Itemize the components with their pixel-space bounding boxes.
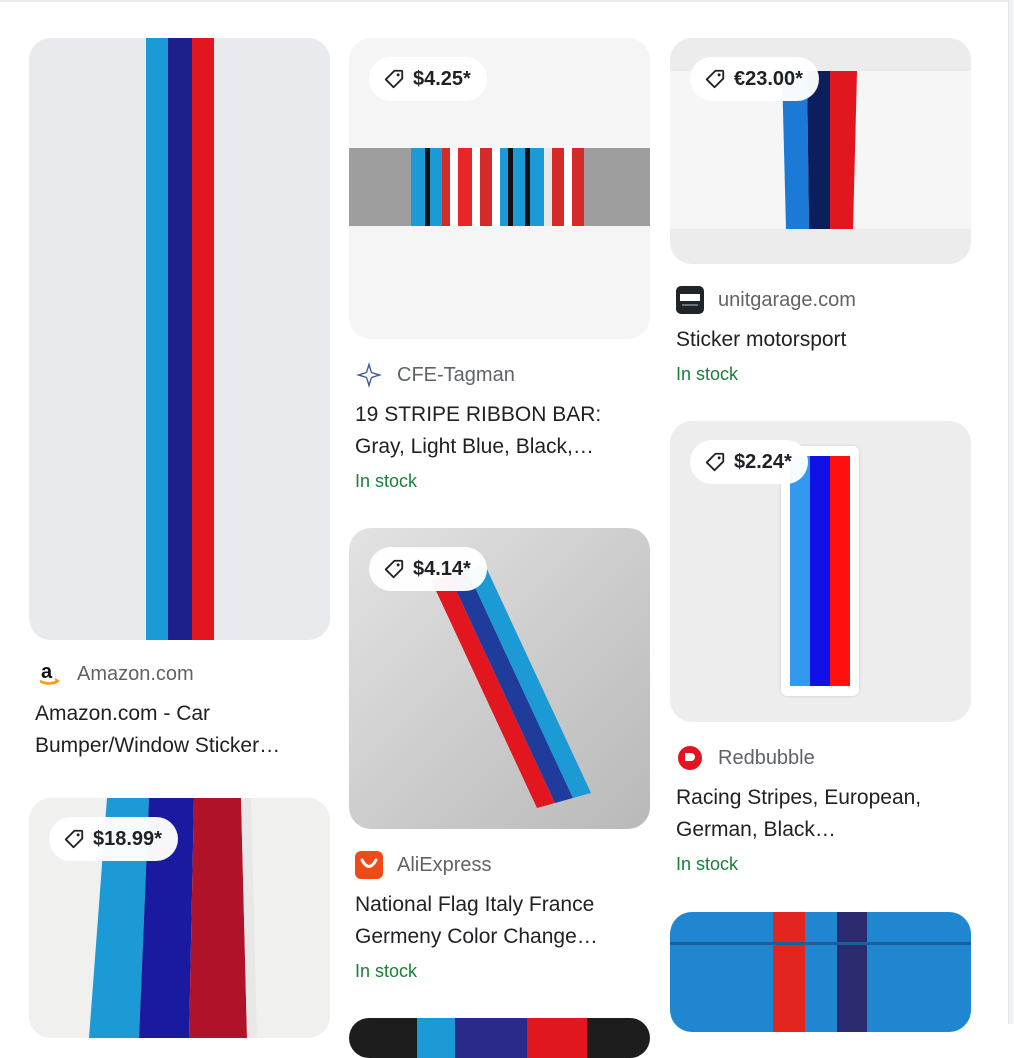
product-card-redbubble[interactable]: $2.24* Redbubble Racing Stripes, Europea… (670, 421, 971, 876)
product-image[interactable]: $2.24* (670, 421, 971, 722)
product-card-partial-right[interactable] (670, 912, 971, 1032)
price-badge: $2.24* (690, 440, 808, 484)
product-image[interactable] (349, 1018, 650, 1058)
stock-status: In stock (355, 471, 418, 491)
source-name: Amazon.com (77, 662, 194, 685)
product-image[interactable] (670, 912, 971, 1032)
price-tag-icon (384, 559, 404, 579)
product-title[interactable]: Racing Stripes, European, German, Black… (670, 782, 971, 846)
product-card-1899[interactable]: $18.99* (29, 798, 330, 1038)
stock-status: In stock (676, 854, 739, 874)
price-tag-icon (705, 452, 725, 472)
product-image[interactable]: $4.14* (349, 528, 650, 829)
source-name: CFE-Tagman (397, 363, 515, 386)
source-row[interactable]: a Amazon.com (29, 660, 330, 688)
price-badge: €23.00* (690, 57, 819, 101)
price-text: $2.24* (734, 450, 792, 473)
redbubble-logo-icon (676, 744, 704, 772)
source-row[interactable]: unitgarage.com (670, 286, 971, 314)
product-image[interactable]: €23.00* (670, 38, 971, 264)
product-card-cfe-tagman[interactable]: $4.25* CFE-Tagman 19 STRIPE RIBBON BAR: … (349, 38, 650, 493)
unit-logo-icon (676, 286, 704, 314)
stock-status: In stock (355, 961, 418, 981)
source-row[interactable]: CFE-Tagman (349, 361, 650, 389)
price-text: $18.99* (93, 827, 162, 850)
svg-text:a: a (41, 661, 53, 683)
product-card-amazon[interactable]: a Amazon.com Amazon.com - Car Bumper/Win… (29, 38, 330, 762)
product-title[interactable]: Sticker motorsport (670, 324, 971, 356)
amazon-logo-icon: a (35, 660, 63, 688)
price-tag-icon (705, 69, 725, 89)
product-card-aliexpress[interactable]: $4.14* AliExpress National Flag Italy Fr… (349, 528, 650, 983)
product-card-unitgarage[interactable]: €23.00* unitgarage.com Sticker motorspor… (670, 38, 971, 386)
product-image[interactable]: $4.25* (349, 38, 650, 339)
source-row[interactable]: AliExpress (349, 851, 650, 879)
price-text: $4.14* (413, 557, 471, 580)
price-tag-icon (64, 829, 84, 849)
price-text: $4.25* (413, 67, 471, 90)
price-badge: $18.99* (49, 817, 178, 861)
star-logo-icon (355, 361, 383, 389)
price-badge: $4.14* (369, 547, 487, 591)
source-name: unitgarage.com (718, 288, 856, 311)
source-name: AliExpress (397, 853, 492, 876)
price-tag-icon (384, 69, 404, 89)
aliexpress-logo-icon (355, 851, 383, 879)
product-image[interactable]: $18.99* (29, 798, 330, 1038)
price-text: €23.00* (734, 67, 803, 90)
stock-status: In stock (676, 364, 739, 384)
top-divider (0, 0, 1008, 2)
source-row[interactable]: Redbubble (670, 744, 971, 772)
product-title[interactable]: National Flag Italy France Germeny Color… (349, 889, 650, 953)
source-name: Redbubble (718, 746, 815, 769)
product-image[interactable] (29, 38, 330, 640)
product-title[interactable]: Amazon.com - Car Bumper/Window Sticker… (29, 698, 330, 762)
product-title[interactable]: 19 STRIPE RIBBON BAR: Gray, Light Blue, … (349, 399, 650, 463)
scrollbar[interactable] (1008, 0, 1014, 1024)
price-badge: $4.25* (369, 57, 487, 101)
product-card-partial[interactable] (349, 1018, 650, 1058)
